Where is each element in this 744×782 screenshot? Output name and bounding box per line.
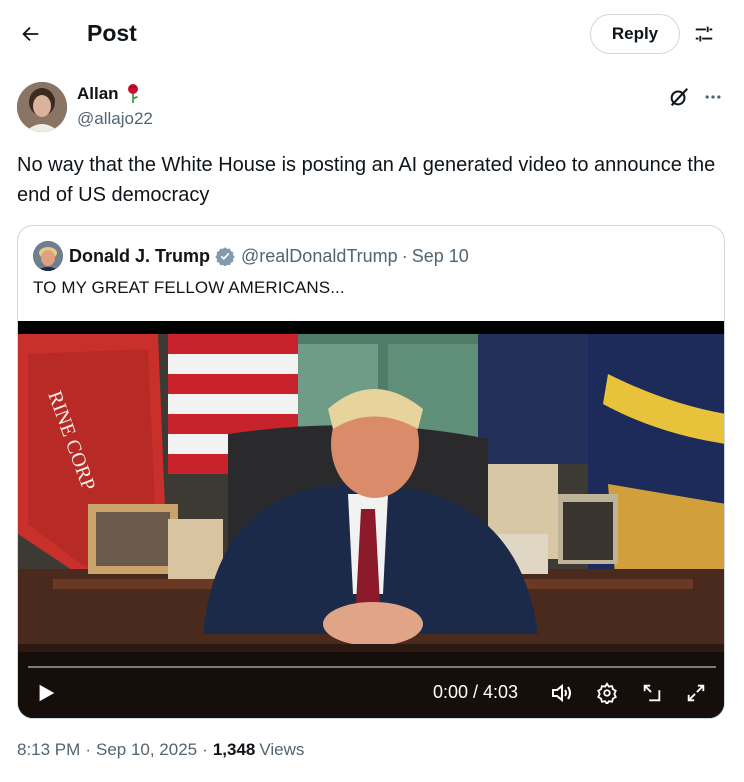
video-controls: 0:00 / 4:03 — [18, 663, 724, 718]
author-name[interactable]: Allan — [77, 84, 119, 104]
page-header: Post Reply — [0, 0, 744, 68]
post-date[interactable]: Sep 10, 2025 — [96, 740, 197, 760]
author-handle[interactable]: @allajo22 — [77, 109, 153, 129]
reply-button[interactable]: Reply — [590, 14, 680, 54]
video-progress-bar[interactable] — [28, 666, 716, 668]
back-arrow-icon[interactable] — [14, 18, 46, 50]
dock-icon[interactable] — [638, 679, 666, 707]
video-frame: RINE CORP ES NAVY — [18, 334, 724, 718]
rose-emoji-icon — [125, 84, 141, 104]
sliders-icon[interactable] — [688, 18, 720, 50]
meta-separator: · — [85, 740, 91, 759]
grok-icon[interactable] — [666, 84, 692, 110]
fullscreen-icon[interactable] — [682, 679, 710, 707]
author-name-row: Allan — [77, 84, 141, 104]
quote-text: TO MY GREAT FELLOW AMERICANS... — [33, 278, 345, 297]
volume-icon[interactable] — [548, 679, 576, 707]
views-count: 1,348 — [212, 740, 256, 759]
quote-header: Donald J. Trump @realDonaldTrump · Sep 1… — [33, 241, 469, 271]
settings-gear-icon[interactable] — [593, 679, 621, 707]
play-icon[interactable] — [32, 679, 60, 707]
video-player[interactable]: RINE CORP ES NAVY 0:00 / 4:03 — [18, 321, 724, 718]
quote-separator: · — [401, 245, 408, 266]
meta-separator: · — [202, 740, 208, 759]
quote-tweet-card[interactable]: Donald J. Trump @realDonaldTrump · Sep 1… — [17, 225, 725, 719]
quote-author-name: Donald J. Trump — [69, 245, 211, 266]
views-label: Views — [259, 740, 305, 759]
quote-avatar — [33, 241, 63, 271]
tweet-meta: 8:13 PM · Sep 10, 2025 · 1,348 Views — [17, 740, 304, 760]
page-title: Post — [87, 20, 137, 46]
avatar[interactable] — [17, 82, 67, 132]
timestamp[interactable]: 8:13 PM — [17, 740, 80, 760]
quote-date: Sep 10 — [411, 245, 469, 266]
video-time: 0:00 / 4:03 — [433, 682, 519, 702]
verified-badge-icon — [215, 246, 235, 267]
quote-author-handle: @realDonaldTrump — [241, 245, 398, 266]
tweet-text: No way that the White House is posting a… — [17, 154, 716, 206]
more-dots-icon[interactable] — [700, 84, 726, 110]
